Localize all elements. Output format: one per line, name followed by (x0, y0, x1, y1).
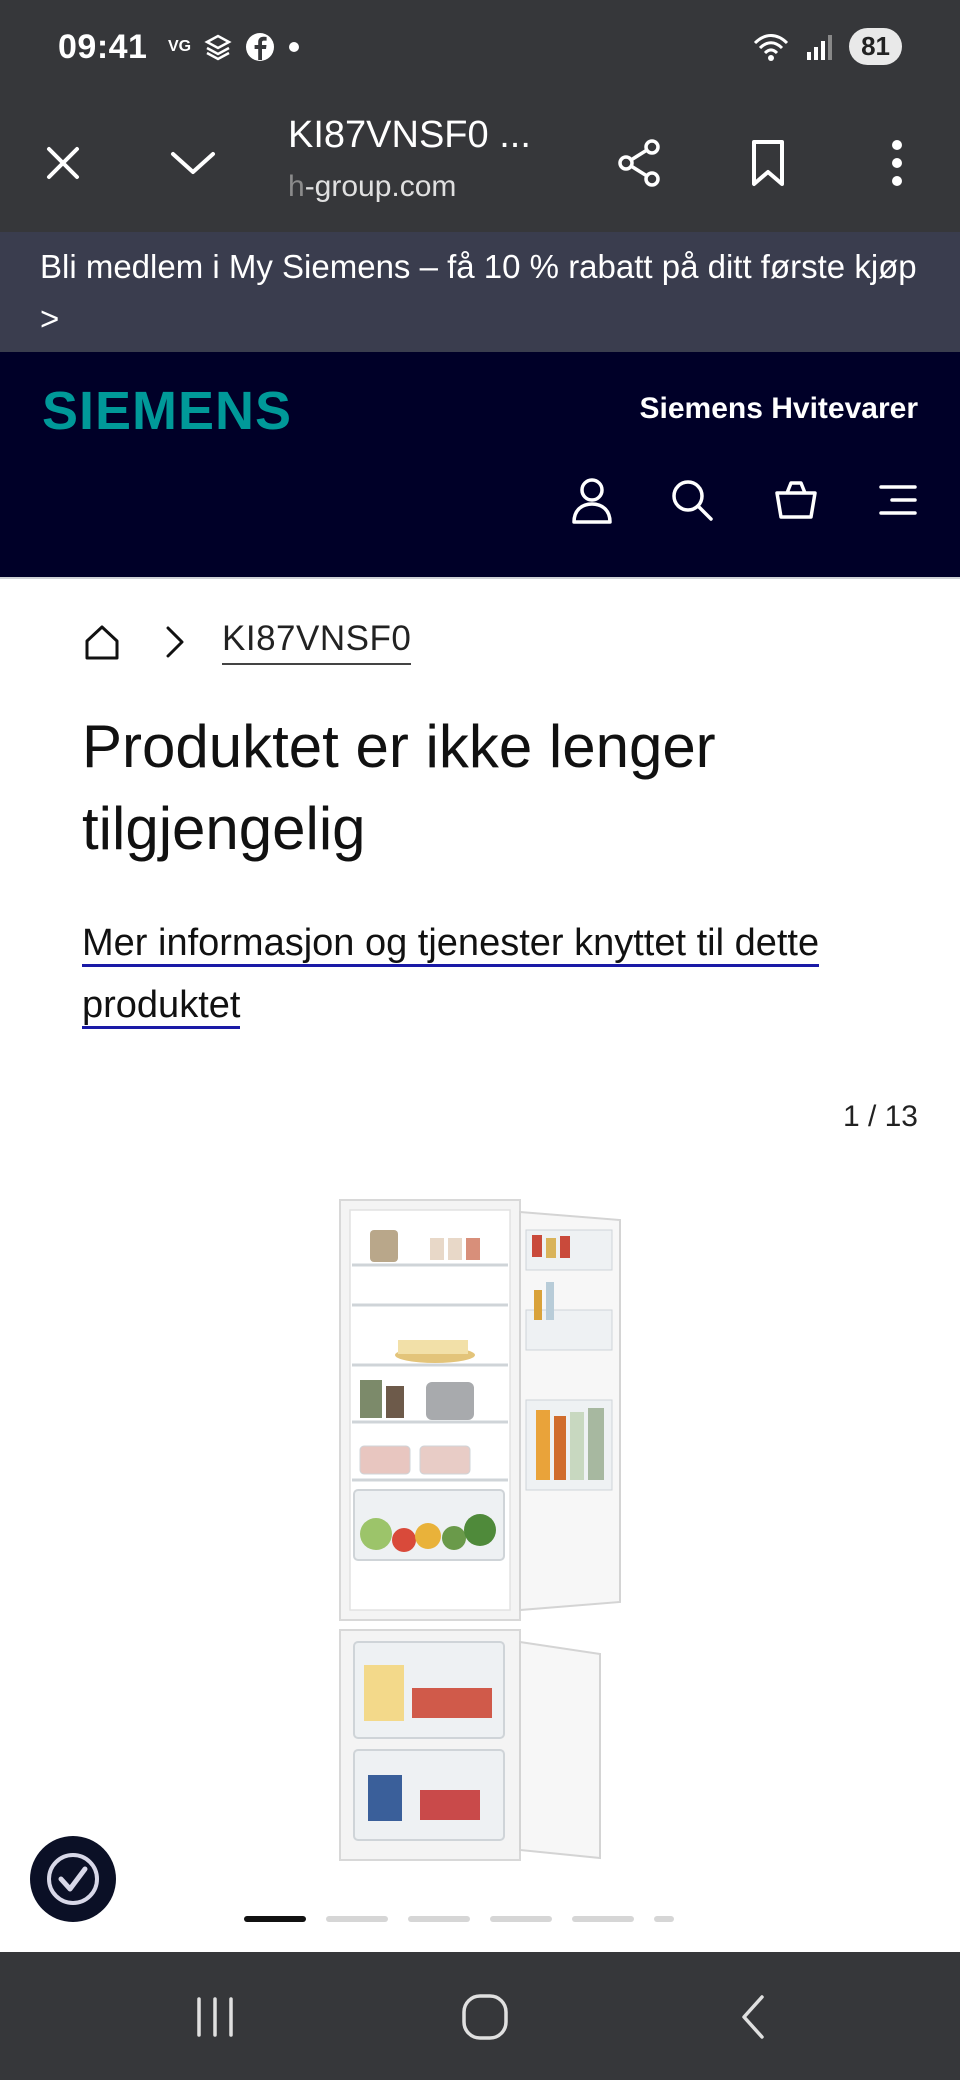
product-image[interactable] (320, 1190, 640, 1870)
chevron-left-icon (742, 1995, 764, 2039)
layers-icon (204, 34, 232, 61)
more-options-button[interactable] (862, 128, 932, 198)
breadcrumb-separator (152, 620, 196, 664)
home-circle-icon (462, 1994, 508, 2040)
close-tab-button[interactable] (28, 128, 98, 198)
gallery-pagination (244, 1916, 674, 1922)
minimize-button[interactable] (158, 128, 228, 198)
pagination-dot[interactable] (408, 1916, 470, 1922)
status-time: 09:41 (58, 28, 148, 66)
site-header: SIEMENS Siemens Hvitevarer (0, 352, 960, 578)
recent-apps-icon (197, 1997, 233, 2037)
page-title: Produktet er ikke lenger tilgjengelig (82, 713, 716, 862)
search-icon (672, 480, 713, 521)
breadcrumb-product[interactable]: KI87VNSF0 (222, 619, 412, 665)
status-app-icons: VG (168, 32, 301, 62)
brand-name[interactable]: Siemens Hvitevarer (640, 392, 919, 426)
account-button[interactable] (562, 470, 622, 530)
more-vertical-icon (892, 140, 902, 186)
home-icon (85, 625, 119, 660)
breadcrumb-home[interactable] (80, 620, 124, 664)
status-bar: 09:41 VG 81 (0, 0, 960, 98)
user-icon (572, 478, 612, 524)
chevron-down-icon (171, 152, 215, 174)
back-button[interactable] (718, 1982, 788, 2052)
browser-page-title[interactable]: KI87VNSF0 ... (288, 114, 531, 157)
wifi-icon (754, 33, 789, 61)
product-info-link-text: Mer informasjon og tjenester knyttet til… (82, 922, 820, 1029)
close-icon (47, 147, 79, 179)
pagination-dot[interactable] (654, 1916, 674, 1922)
basket-button[interactable] (766, 470, 826, 530)
menu-button[interactable] (868, 470, 928, 530)
browser-url[interactable]: h-group.com (288, 170, 456, 204)
menu-icon (879, 485, 917, 515)
pagination-dot[interactable] (572, 1916, 634, 1922)
browser-toolbar: KI87VNSF0 ... h-group.com (0, 98, 960, 232)
gallery-counter: 1 / 13 (842, 1100, 918, 1133)
siemens-logo[interactable]: SIEMENS (42, 380, 292, 442)
bookmark-button[interactable] (733, 128, 803, 198)
breadcrumb: KI87VNSF0 (80, 614, 412, 670)
basket-icon (775, 481, 817, 519)
recent-apps-button[interactable] (180, 1982, 250, 2052)
dot-icon (289, 42, 300, 52)
system-nav-bar (0, 1952, 960, 2080)
product-info-link[interactable]: Mer informasjon og tjenester knyttet til… (82, 912, 842, 1036)
header-divider (0, 577, 960, 579)
signal-icon (807, 34, 833, 60)
status-indicators: 81 (751, 28, 902, 65)
pagination-dot[interactable] (490, 1916, 552, 1922)
share-button[interactable] (605, 128, 675, 198)
vg-icon: VG (168, 38, 192, 55)
promo-banner[interactable]: Bli medlem i My Siemens – få 10 % rabatt… (0, 232, 960, 352)
chevron-right-icon (166, 626, 184, 658)
facebook-icon (246, 33, 275, 61)
url-domain: -group.com (304, 170, 457, 203)
bookmark-icon (752, 140, 784, 186)
battery-indicator: 81 (849, 28, 902, 65)
home-button[interactable] (450, 1982, 520, 2052)
search-button[interactable] (662, 470, 722, 530)
share-icon (618, 139, 660, 187)
chat-assistant-button[interactable] (30, 1836, 116, 1922)
pagination-dot-active[interactable] (244, 1916, 306, 1922)
pagination-dot[interactable] (326, 1916, 388, 1922)
url-prefix: h (288, 170, 305, 203)
shield-check-icon (47, 1853, 99, 1905)
